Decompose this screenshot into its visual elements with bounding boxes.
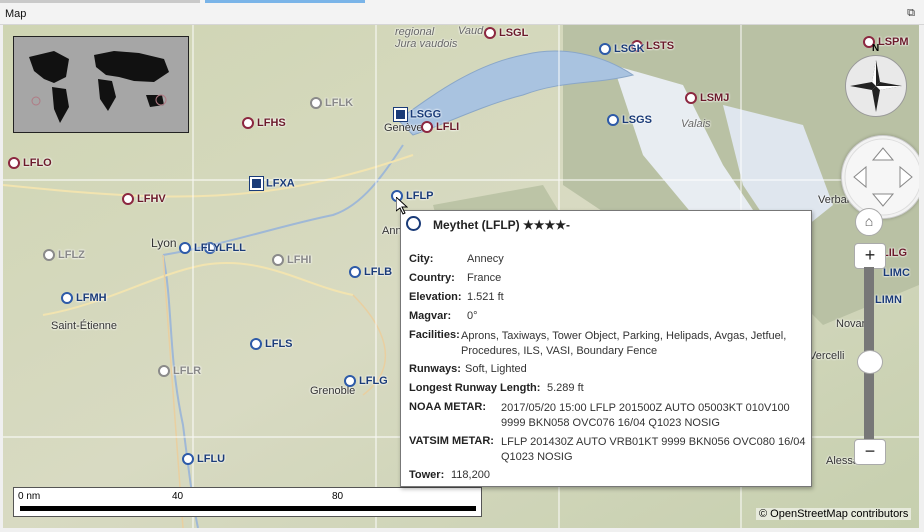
place-label: Vercelli bbox=[809, 350, 845, 362]
scale-bar-line bbox=[20, 506, 476, 511]
info-row-runways: Runways: Soft, Lighted bbox=[409, 363, 527, 375]
airport-icon bbox=[344, 375, 356, 388]
restore-icon[interactable]: ⧉ bbox=[905, 8, 917, 19]
info-row-tower: Tower: 118,200 bbox=[409, 469, 490, 481]
map-attribution: © OpenStreetMap contributors bbox=[756, 508, 912, 520]
info-row-city: City: Annecy bbox=[409, 253, 504, 265]
place-label: regional bbox=[395, 26, 435, 38]
map-window-titlebar: Map ⧉ bbox=[0, 0, 924, 25]
airport-icon bbox=[179, 242, 191, 255]
window-title: Map bbox=[5, 8, 27, 20]
airport-lfls[interactable]: LFLS bbox=[250, 338, 293, 351]
airport-lfly[interactable]: LFLY bbox=[179, 242, 221, 255]
airport-lspm[interactable]: LSPM bbox=[863, 36, 909, 49]
overview-map[interactable] bbox=[13, 36, 189, 133]
scale-label-0: 0 nm bbox=[18, 491, 41, 502]
airport-lflo[interactable]: LFLO bbox=[8, 157, 52, 170]
place-label: Valais bbox=[681, 118, 711, 130]
airport-icon bbox=[8, 157, 20, 170]
map-view[interactable]: regional Jura vaudois Vaud Genève Annecy… bbox=[3, 25, 919, 528]
airport-info-tooltip: Meythet (LFLP) ★★★★- City: Annecy Country… bbox=[400, 210, 812, 487]
scale-label-40: 40 bbox=[172, 491, 184, 502]
compass-icon bbox=[850, 60, 902, 112]
airport-limc[interactable]: LIMC bbox=[883, 267, 910, 279]
airport-icon bbox=[484, 27, 496, 40]
scale-bar: 0 nm 40 80 bbox=[13, 487, 482, 517]
zoom-out-button[interactable]: − bbox=[854, 439, 886, 465]
airport-lflb[interactable]: LFLB bbox=[349, 266, 392, 279]
airport-lflk[interactable]: LFLK bbox=[310, 97, 353, 110]
airport-lsgg[interactable]: LSGG bbox=[393, 107, 441, 122]
military-airport-icon bbox=[393, 107, 408, 122]
zoom-in-button[interactable]: + bbox=[854, 243, 886, 269]
airport-lfhs[interactable]: LFHS bbox=[242, 117, 286, 130]
pan-arrows-icon bbox=[844, 138, 919, 216]
mouse-cursor-icon bbox=[396, 197, 408, 215]
place-label: Saint-Étienne bbox=[51, 320, 118, 332]
military-airport-icon bbox=[249, 176, 264, 191]
place-label: Vaud bbox=[458, 25, 484, 37]
airport-lfxa[interactable]: LFXA bbox=[249, 176, 295, 191]
tab-strip-left bbox=[0, 0, 200, 3]
tab-strip-active bbox=[205, 0, 365, 3]
home-icon[interactable]: ⌂ bbox=[855, 208, 883, 236]
place-label: Genève bbox=[384, 122, 423, 134]
zoom-slider-knob[interactable] bbox=[857, 350, 883, 374]
airport-icon bbox=[182, 453, 194, 466]
info-row-facilities: Facilities: Aprons, Taxiways, Tower Objec… bbox=[409, 329, 787, 357]
airport-lflz[interactable]: LFLZ bbox=[43, 249, 85, 262]
world-map-icon bbox=[14, 37, 188, 132]
airport-lfhi[interactable]: LFHI bbox=[272, 254, 311, 267]
tooltip-title: Meythet (LFLP) ★★★★- bbox=[433, 218, 571, 232]
zoom-control[interactable]: + − bbox=[854, 243, 886, 465]
airport-icon bbox=[61, 292, 73, 305]
airport-icon bbox=[158, 365, 170, 378]
airport-icon bbox=[406, 216, 421, 231]
airport-lsgs[interactable]: LSGS bbox=[607, 114, 652, 127]
airport-icon bbox=[272, 254, 284, 267]
info-row-country: Country: France bbox=[409, 272, 502, 284]
compass-rose[interactable]: N bbox=[845, 43, 907, 117]
info-row-elevation: Elevation: 1.521 ft bbox=[409, 291, 504, 303]
airport-lflu[interactable]: LFLU bbox=[182, 453, 225, 466]
info-row-longest-runway: Longest Runway Length: 5.289 ft bbox=[409, 382, 584, 394]
airport-icon bbox=[685, 92, 697, 105]
airport-lfmh[interactable]: LFMH bbox=[61, 292, 107, 305]
airport-lfhv[interactable]: LFHV bbox=[122, 193, 166, 206]
airport-icon bbox=[349, 266, 361, 279]
airport-lflg[interactable]: LFLG bbox=[344, 375, 388, 388]
airport-icon bbox=[421, 121, 433, 134]
place-label: Jura vaudois bbox=[395, 38, 458, 50]
info-row-vatsim-metar: VATSIM METAR: LFLP 201430Z AUTO VRB01KT 9… bbox=[409, 435, 806, 463]
airport-icon bbox=[43, 249, 55, 262]
airport-lsgl[interactable]: LSGL bbox=[484, 27, 528, 40]
pan-control[interactable] bbox=[841, 135, 919, 219]
airport-lsgk[interactable]: LSGK bbox=[599, 43, 645, 56]
airport-lsmj[interactable]: LSMJ bbox=[685, 92, 729, 105]
airport-icon bbox=[122, 193, 134, 206]
scale-label-80: 80 bbox=[332, 491, 344, 502]
airport-icon bbox=[250, 338, 262, 351]
compass-north-label: N bbox=[872, 43, 880, 54]
airport-lflr[interactable]: LFLR bbox=[158, 365, 201, 378]
airport-icon bbox=[607, 114, 619, 127]
airport-icon bbox=[310, 97, 322, 110]
place-label: Lyon bbox=[151, 236, 177, 250]
airport-icon bbox=[242, 117, 254, 130]
airport-lfli[interactable]: LFLI bbox=[421, 121, 459, 134]
info-row-noaa-metar: NOAA METAR: 2017/05/20 15:00 LFLP 201500Z… bbox=[409, 401, 790, 429]
airport-icon bbox=[599, 43, 611, 56]
info-row-magvar: Magvar: 0° bbox=[409, 310, 478, 322]
